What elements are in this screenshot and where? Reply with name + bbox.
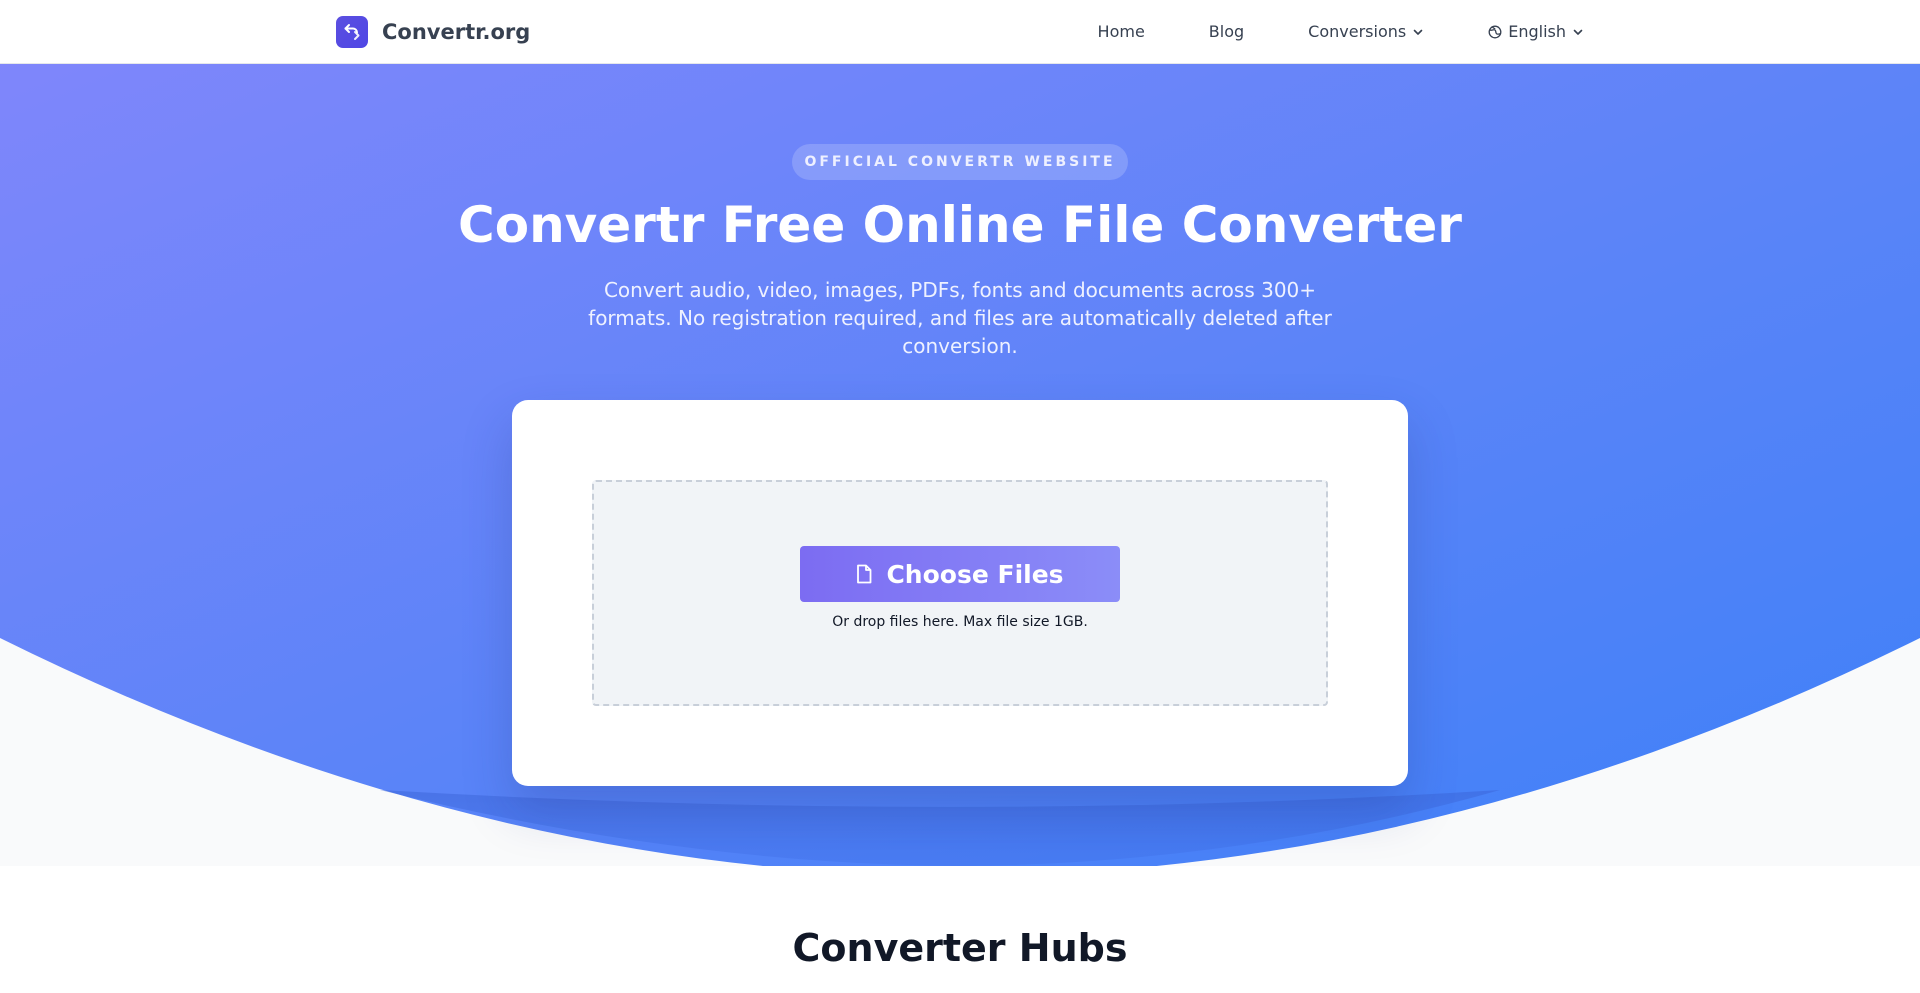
upload-card: Choose Files Or drop files here. Max fil… — [512, 400, 1408, 786]
language-selector[interactable]: English — [1488, 16, 1584, 47]
hero-subtitle: Convert audio, video, images, PDFs, font… — [588, 278, 1332, 358]
nav-blog-label: Blog — [1208, 22, 1245, 41]
language-label: English — [1508, 22, 1566, 41]
choose-files-button[interactable]: Choose Files — [800, 546, 1120, 602]
choose-files-label: Choose Files — [886, 559, 1064, 589]
swap-arrows-icon — [336, 16, 368, 48]
site-header: Convertr.org Home Blog Conversions Engli… — [0, 0, 1920, 64]
file-dropzone[interactable]: Choose Files Or drop files here. Max fil… — [592, 480, 1328, 706]
drop-hint-text: Or drop files here. Max file size 1GB. — [832, 614, 1088, 630]
page-title: Convertr Free Online File Converter — [458, 196, 1462, 254]
official-badge: OFFICIAL CONVERTR WEBSITE — [792, 144, 1128, 180]
brand-name: Convertr.org — [382, 20, 531, 44]
nav-conversions-label: Conversions — [1308, 22, 1407, 41]
file-icon — [857, 564, 872, 584]
nav-home-link[interactable]: Home — [1098, 16, 1145, 47]
chevron-down-icon — [1573, 29, 1583, 35]
nav-home-label: Home — [1097, 22, 1145, 41]
nav-conversions-dropdown[interactable]: Conversions — [1308, 16, 1424, 47]
converter-hubs-heading: Converter Hubs — [792, 926, 1128, 970]
main-nav: Home Blog Conversions English — [1098, 0, 1584, 63]
nav-blog-link[interactable]: Blog — [1209, 16, 1244, 47]
chevron-down-icon — [1413, 29, 1423, 35]
globe-icon — [1488, 25, 1502, 38]
brand-home-link[interactable]: Convertr.org — [336, 15, 530, 49]
